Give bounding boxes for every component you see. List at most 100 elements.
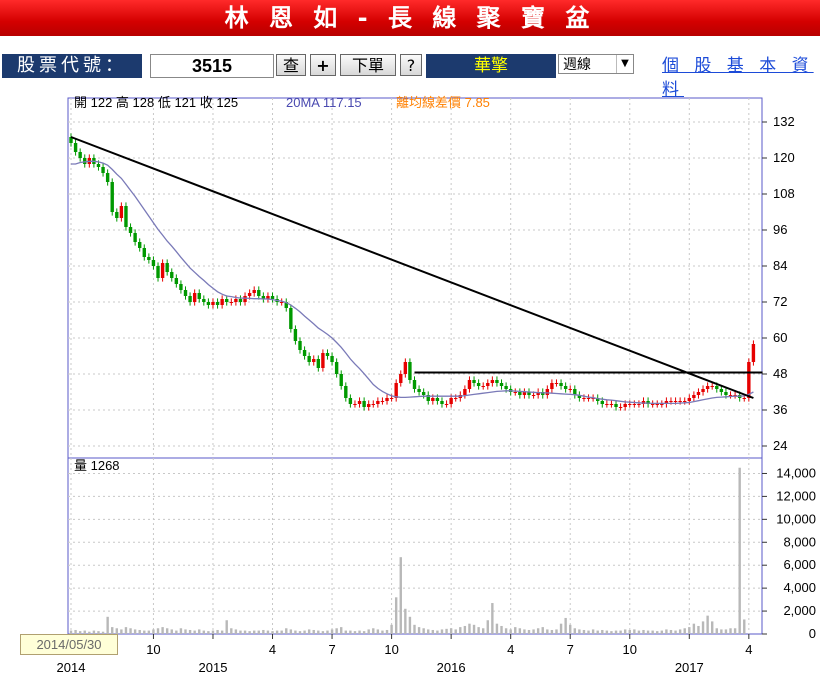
candle-down [518,392,522,395]
volume-bar [591,629,595,634]
volume-bar [303,630,306,634]
price-tick-label: 72 [773,294,787,309]
candle-up [119,206,124,218]
volume-bar [569,624,572,634]
query-toolbar: 股票代號： 3515 查 + 下單 ? 華擎 週線 ▼ 個 股 基 本 資 料 [0,52,820,100]
volume-tick-label: 4,000 [783,580,816,595]
add-button[interactable]: + [310,54,336,76]
candle-up [403,362,408,374]
candle-up [394,383,398,398]
volume-bar [417,627,421,634]
candle-down [289,308,293,329]
candle-down [614,404,618,407]
volume-bar [523,629,526,634]
volume-bar [724,629,728,634]
ohlc-info: 開 122 高 128 低 121 收 125 [74,95,238,110]
volume-tick-label: 2,000 [783,603,816,618]
candle-down [325,353,330,356]
candle-up [751,344,756,362]
candle-up [467,380,472,389]
volume-bar [376,629,380,634]
volume-bar [225,620,228,634]
volume-bar [555,629,558,634]
candle-down [138,242,142,248]
volume-bar [275,630,279,634]
volume-bar [385,629,389,634]
volume-bar [688,627,691,634]
volume-bar [399,557,402,634]
volume-bar [307,629,311,634]
candle-up [545,389,550,395]
price-tick-label: 84 [773,258,787,273]
chevron-down-icon[interactable]: ▼ [616,55,633,73]
volume-bar [257,630,260,634]
candle-down [435,398,440,401]
candle-down [348,398,353,404]
candle-down [307,356,311,362]
volume-bar [156,628,160,634]
volume-info: 量 1268 [74,458,120,473]
volume-panel [67,457,763,635]
volume-bar [642,629,645,634]
volume-bar [651,630,654,634]
stock-name: 華擎 [426,54,556,78]
volume-bar [372,628,375,634]
candle-up [211,302,215,305]
candle-down [188,296,192,302]
volume-bar [697,625,700,634]
volume-tick-label: 14,000 [776,465,816,480]
volume-bar [486,620,489,634]
query-button[interactable]: 查 [276,54,306,76]
candle-down [412,380,417,389]
period-select[interactable]: 週線 ▼ [558,54,634,74]
candle-down [147,257,151,260]
volume-bar [715,628,718,634]
candle-up [399,374,403,383]
candle-down [133,233,137,242]
candle-up [353,404,357,405]
volume-bar [193,630,196,634]
candle-up [701,389,705,392]
volume-bar [321,631,325,634]
candle-up [582,398,586,399]
candle-up [568,389,572,390]
volume-bar [349,630,352,634]
candle-up [454,398,458,399]
volume-bar [138,629,141,634]
order-button[interactable]: 下單 [340,54,396,76]
volume-bar [743,619,746,634]
candle-down [298,341,302,350]
candle-down [316,359,321,368]
candle-up [683,401,687,402]
candle-up [692,395,696,398]
ma-info: 20MA 117.15 [286,95,362,110]
volume-bar [335,628,338,634]
candle-down [156,266,160,278]
volume-bar [404,608,407,634]
volume-bar [280,630,283,634]
volume-bar [317,630,320,634]
candle-up [247,293,252,296]
volume-bar [248,631,251,634]
time-tick-label: 4 [269,642,276,657]
volume-bar [623,629,627,634]
volume-bar [683,628,686,634]
stock-code-input[interactable]: 3515 [150,54,274,78]
volume-bar [468,623,471,634]
volume-bar [656,631,659,634]
volume-bar [536,628,540,634]
candle-up [371,404,375,405]
help-button[interactable]: ? [400,54,422,76]
candle-up [586,398,591,399]
volume-bar [504,628,508,634]
candle-down [124,206,128,227]
volume-tick-label: 10,000 [776,511,816,526]
volume-bar [729,628,732,634]
candle-down [257,290,261,296]
candle-down [197,293,201,299]
volume-axis: 14,000 12,000 10,000 8,000 6,000 4,000 2,000 0 [762,465,816,641]
price-tick-label: 120 [773,150,795,165]
volume-bar [344,630,347,634]
candle-down [330,356,334,362]
volume-bar [720,629,723,634]
